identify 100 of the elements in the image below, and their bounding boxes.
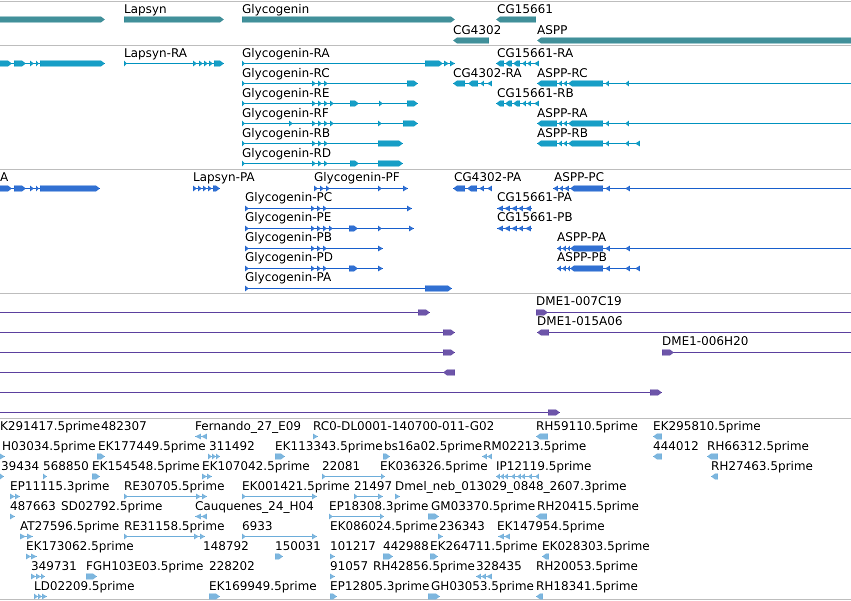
gene-feature[interactable] xyxy=(496,16,536,23)
est-feature[interactable] xyxy=(97,453,105,460)
est-feature[interactable] xyxy=(330,573,335,580)
transcript-feature[interactable] xyxy=(242,160,403,167)
est-feature[interactable] xyxy=(496,473,539,480)
est-feature[interactable] xyxy=(86,573,97,580)
protein-feature[interactable] xyxy=(557,265,640,272)
est-feature[interactable] xyxy=(653,453,662,460)
transcript-feature[interactable] xyxy=(242,120,418,127)
est-feature[interactable] xyxy=(124,493,207,500)
est-feature[interactable] xyxy=(536,593,543,600)
est-label: 150031 xyxy=(275,540,321,553)
est-feature[interactable] xyxy=(330,593,337,600)
est-feature[interactable] xyxy=(438,533,443,540)
est-feature[interactable] xyxy=(124,533,205,540)
transcript-feature[interactable] xyxy=(242,100,418,107)
transcript-feature[interactable] xyxy=(0,60,105,67)
protein-feature[interactable] xyxy=(245,225,414,232)
clone-feature[interactable] xyxy=(0,348,455,356)
est-feature[interactable] xyxy=(476,573,492,580)
clone-feature[interactable] xyxy=(0,328,455,336)
transcript-feature[interactable] xyxy=(496,60,539,67)
est-feature[interactable] xyxy=(430,553,438,560)
est-feature[interactable] xyxy=(313,433,318,440)
est-feature[interactable] xyxy=(208,453,220,460)
protein-feature[interactable] xyxy=(245,245,383,252)
transcript-feature[interactable] xyxy=(496,100,539,107)
transcript-feature[interactable] xyxy=(537,120,851,127)
protein-label: ASPP-PB xyxy=(557,251,607,264)
transcript-feature[interactable] xyxy=(537,140,640,147)
gene-feature[interactable] xyxy=(0,16,105,23)
est-feature[interactable] xyxy=(242,493,317,500)
est-feature[interactable] xyxy=(428,593,440,600)
transcript-feature[interactable] xyxy=(242,80,418,87)
protein-feature[interactable] xyxy=(497,205,532,212)
clone-feature[interactable] xyxy=(0,308,430,316)
est-feature[interactable] xyxy=(653,433,662,440)
est-feature[interactable] xyxy=(536,433,548,440)
est-feature[interactable] xyxy=(195,513,207,520)
protein-feature[interactable] xyxy=(497,225,532,232)
protein-label: Glycogenin-PB xyxy=(245,231,332,244)
est-feature[interactable] xyxy=(92,473,100,480)
gene-feature[interactable] xyxy=(242,16,455,23)
transcript-feature[interactable] xyxy=(242,140,403,147)
est-feature[interactable] xyxy=(275,553,283,560)
protein-feature[interactable] xyxy=(0,185,100,192)
protein-feature[interactable] xyxy=(245,205,412,212)
est-feature[interactable] xyxy=(542,553,549,560)
est-label: 328435 xyxy=(476,560,522,573)
gene-feature[interactable] xyxy=(124,16,224,23)
est-feature[interactable] xyxy=(322,473,385,480)
est-feature[interactable] xyxy=(329,513,384,520)
transcript-feature[interactable] xyxy=(124,60,224,67)
est-feature[interactable] xyxy=(383,553,393,560)
transcript-feature[interactable] xyxy=(242,60,455,67)
clone-feature[interactable] xyxy=(662,348,851,356)
clone-feature[interactable] xyxy=(536,308,851,316)
clone-feature[interactable] xyxy=(0,388,662,396)
protein-feature[interactable] xyxy=(193,185,220,192)
est-feature[interactable] xyxy=(0,453,5,460)
est-label: 236343 xyxy=(439,520,485,533)
est-feature[interactable] xyxy=(10,493,20,500)
clone-feature[interactable] xyxy=(0,368,455,376)
protein-feature[interactable] xyxy=(245,265,383,272)
protein-feature[interactable] xyxy=(557,245,851,252)
protein-feature[interactable] xyxy=(314,185,408,192)
est-feature[interactable] xyxy=(195,433,207,440)
est-feature[interactable] xyxy=(707,453,718,460)
transcript-feature[interactable] xyxy=(453,80,492,87)
est-feature[interactable] xyxy=(482,453,492,460)
clone-feature[interactable] xyxy=(0,408,560,416)
est-feature[interactable] xyxy=(711,473,718,480)
transcript-feature[interactable] xyxy=(537,80,851,87)
est-feature[interactable] xyxy=(428,513,439,520)
est-feature[interactable] xyxy=(43,473,47,480)
est-feature[interactable] xyxy=(10,513,15,520)
protein-feature[interactable] xyxy=(245,285,452,292)
est-feature[interactable] xyxy=(34,593,47,600)
protein-feature[interactable] xyxy=(553,185,851,192)
est-feature[interactable] xyxy=(31,573,45,580)
est-feature[interactable] xyxy=(202,473,212,480)
clone-feature[interactable] xyxy=(537,328,851,336)
est-feature[interactable] xyxy=(275,453,285,460)
gene-feature[interactable] xyxy=(537,37,851,44)
est-feature[interactable] xyxy=(26,553,37,560)
est-label: 148792 xyxy=(203,540,249,553)
est-feature[interactable] xyxy=(536,513,547,520)
est-feature[interactable] xyxy=(354,493,383,500)
gene-feature[interactable] xyxy=(453,37,489,44)
est-feature[interactable] xyxy=(0,473,4,480)
est-feature[interactable] xyxy=(395,493,400,500)
est-feature[interactable] xyxy=(498,533,510,540)
est-feature[interactable] xyxy=(383,453,390,460)
est-feature[interactable] xyxy=(330,553,335,560)
est-label: 101217 xyxy=(330,540,376,553)
est-feature[interactable] xyxy=(20,533,33,540)
est-feature[interactable] xyxy=(209,593,220,600)
est-label: 568850 xyxy=(43,460,89,473)
est-feature[interactable] xyxy=(242,533,317,540)
protein-feature[interactable] xyxy=(453,185,492,192)
